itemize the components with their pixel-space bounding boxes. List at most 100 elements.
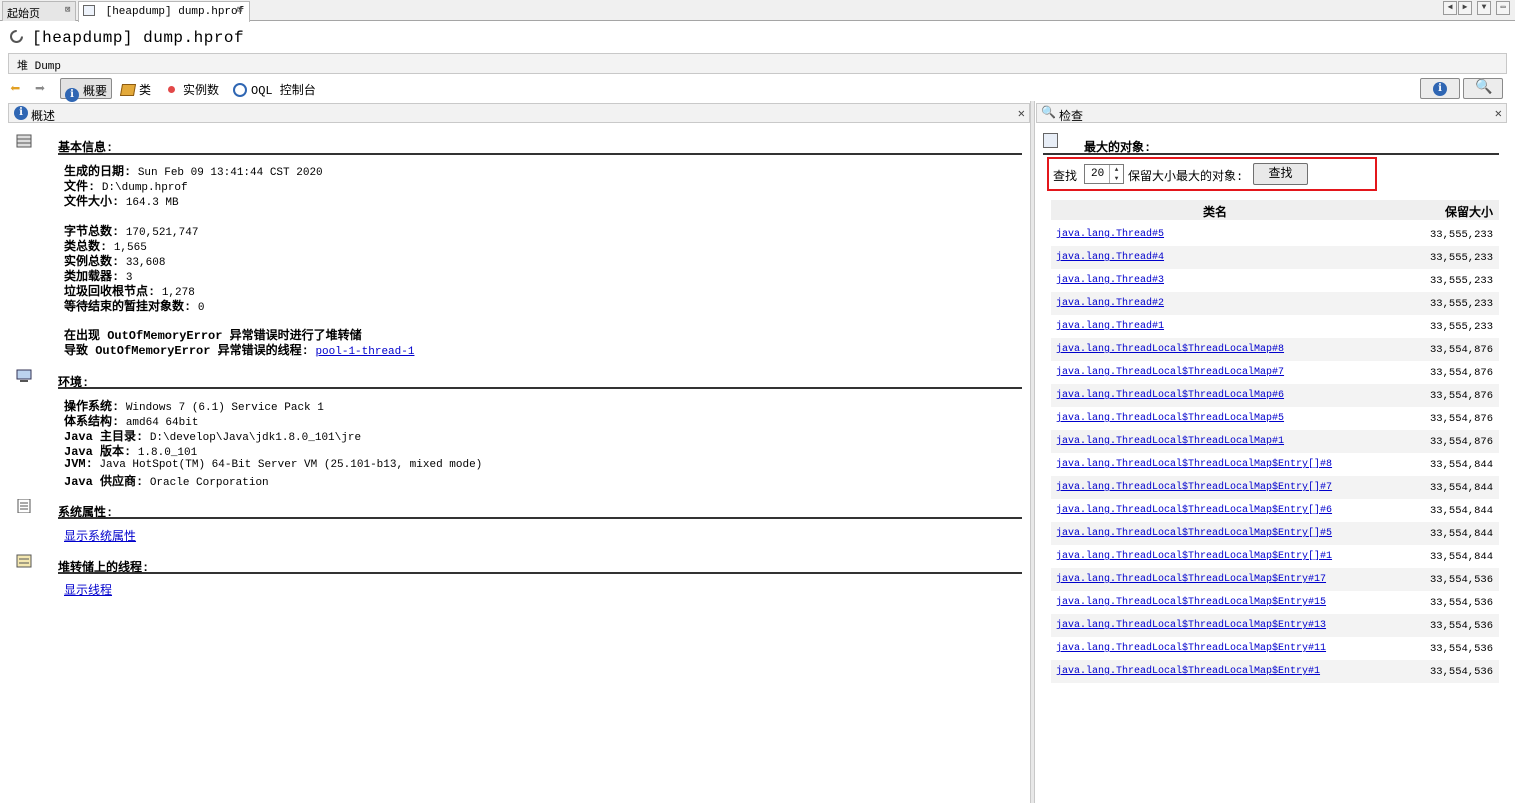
threads-icon bbox=[16, 554, 32, 568]
object-link[interactable]: java.lang.Thread#4 bbox=[1056, 252, 1164, 263]
column-header-retained-size[interactable]: 保留大小 bbox=[1445, 203, 1493, 220]
object-link[interactable]: java.lang.ThreadLocal$ThreadLocalMap#5 bbox=[1056, 413, 1284, 424]
object-link[interactable]: java.lang.ThreadLocal$ThreadLocalMap$Ent… bbox=[1056, 482, 1332, 493]
table-row[interactable]: java.lang.ThreadLocal$ThreadLocalMap$Ent… bbox=[1051, 660, 1499, 683]
show-system-properties-link[interactable]: 显示系统属性 bbox=[64, 527, 136, 544]
find-label: 查找 bbox=[1053, 170, 1078, 184]
search-button[interactable]: 🔍 bbox=[1463, 78, 1503, 99]
dropdown-icon[interactable]: ▼ bbox=[1477, 1, 1491, 15]
table-row[interactable]: java.lang.ThreadLocal$ThreadLocalMap$Ent… bbox=[1051, 522, 1499, 545]
info-row-file-size: 文件大小: 164.3 MB bbox=[64, 195, 179, 209]
tab-heapdump[interactable]: [heapdump] dump.hprof ⊠ bbox=[78, 1, 250, 22]
object-link[interactable]: java.lang.ThreadLocal$ThreadLocalMap$Ent… bbox=[1056, 551, 1332, 562]
object-link[interactable]: java.lang.ThreadLocal$ThreadLocalMap#1 bbox=[1056, 436, 1284, 447]
table-row[interactable]: java.lang.ThreadLocal$ThreadLocalMap$Ent… bbox=[1051, 591, 1499, 614]
close-icon[interactable]: ⊠ bbox=[65, 5, 70, 15]
table-row[interactable]: java.lang.ThreadLocal$ThreadLocalMap#1 33… bbox=[1051, 430, 1499, 453]
tab-oql-console[interactable]: OQL 控制台 bbox=[233, 78, 316, 99]
scroll-right-icon[interactable]: ▶ bbox=[1458, 1, 1472, 15]
close-icon[interactable]: ✕ bbox=[1495, 106, 1502, 121]
document-icon bbox=[83, 5, 95, 16]
column-header-class-name[interactable]: 类名 bbox=[1203, 203, 1227, 220]
tab-classes[interactable]: 类 bbox=[119, 78, 151, 99]
retained-size-value: 33,554,536 bbox=[1429, 597, 1493, 609]
oom-thread-link[interactable]: pool-1-thread-1 bbox=[315, 346, 414, 358]
search-icon: 🔍 bbox=[1475, 80, 1493, 96]
object-link[interactable]: java.lang.ThreadLocal$ThreadLocalMap$Ent… bbox=[1056, 666, 1320, 677]
instances-label: 实例数 bbox=[183, 84, 220, 98]
object-link[interactable]: java.lang.ThreadLocal$ThreadLocalMap#7 bbox=[1056, 367, 1284, 378]
table-row[interactable]: java.lang.Thread#3 33,555,233 bbox=[1051, 269, 1499, 292]
info-icon: i bbox=[14, 106, 28, 120]
table-row[interactable]: java.lang.ThreadLocal$ThreadLocalMap#5 33… bbox=[1051, 407, 1499, 430]
retained-size-value: 33,554,844 bbox=[1429, 505, 1493, 517]
section-divider bbox=[58, 572, 1022, 574]
table-row[interactable]: java.lang.ThreadLocal$ThreadLocalMap$Ent… bbox=[1051, 637, 1499, 660]
object-link[interactable]: java.lang.ThreadLocal$ThreadLocalMap#6 bbox=[1056, 390, 1284, 401]
scroll-left-icon[interactable]: ◀ bbox=[1443, 1, 1457, 15]
show-threads-link[interactable]: 显示线程 bbox=[64, 581, 112, 598]
table-row[interactable]: java.lang.Thread#2 33,555,233 bbox=[1051, 292, 1499, 315]
tab-start-page[interactable]: 起始页 ⊠ bbox=[2, 1, 76, 21]
retained-size-value: 33,554,536 bbox=[1429, 574, 1493, 586]
table-row[interactable]: java.lang.ThreadLocal$ThreadLocalMap#7 33… bbox=[1051, 361, 1499, 384]
table-row[interactable]: java.lang.Thread#1 33,555,233 bbox=[1051, 315, 1499, 338]
computer-icon bbox=[16, 369, 32, 383]
info-icon: i bbox=[65, 88, 79, 102]
table-row[interactable]: java.lang.Thread#5 33,555,233 bbox=[1051, 223, 1499, 246]
overview-pane-header: i 概述 ✕ bbox=[8, 103, 1030, 124]
table-row[interactable]: java.lang.ThreadLocal$ThreadLocalMap#8 33… bbox=[1051, 338, 1499, 361]
object-link[interactable]: java.lang.Thread#1 bbox=[1056, 321, 1164, 332]
window-title-bar: [heapdump] dump.hprof bbox=[0, 22, 1515, 50]
tab-summary[interactable]: i 概要 bbox=[60, 78, 113, 102]
object-link[interactable]: java.lang.ThreadLocal$ThreadLocalMap$Ent… bbox=[1056, 505, 1332, 516]
close-icon[interactable]: ⊠ bbox=[237, 5, 242, 15]
object-count-spinner[interactable]: 20 ▲ ▼ bbox=[1084, 164, 1124, 184]
overview-title: 概述 bbox=[31, 110, 56, 124]
table-row[interactable]: java.lang.ThreadLocal$ThreadLocalMap$Ent… bbox=[1051, 453, 1499, 476]
forward-arrow-icon[interactable]: ➡ bbox=[35, 79, 45, 100]
close-icon[interactable]: ✕ bbox=[1018, 106, 1025, 121]
editor-tab-bar: 起始页 ⊠ [heapdump] dump.hprof ⊠ ◀ ▶ ▼ ▭ bbox=[0, 0, 1515, 22]
table-row[interactable]: java.lang.ThreadLocal$ThreadLocalMap$Ent… bbox=[1051, 614, 1499, 637]
tab-instances[interactable]: 实例数 bbox=[168, 78, 219, 99]
table-row[interactable]: java.lang.ThreadLocal$ThreadLocalMap$Ent… bbox=[1051, 476, 1499, 499]
object-link[interactable]: java.lang.Thread#5 bbox=[1056, 229, 1164, 240]
table-row[interactable]: java.lang.ThreadLocal$ThreadLocalMap#6 33… bbox=[1051, 384, 1499, 407]
retained-size-value: 33,555,233 bbox=[1429, 252, 1493, 264]
back-arrow-icon[interactable]: ⬅ bbox=[10, 79, 20, 100]
table-row[interactable]: java.lang.ThreadLocal$ThreadLocalMap$Ent… bbox=[1051, 568, 1499, 591]
retained-size-value: 33,554,536 bbox=[1429, 666, 1493, 678]
find-button[interactable]: 查找 bbox=[1253, 163, 1308, 185]
table-row[interactable]: java.lang.Thread#4 33,555,233 bbox=[1051, 246, 1499, 269]
loading-spinner-icon bbox=[10, 30, 23, 43]
spinner-arrows-icon[interactable]: ▲ ▼ bbox=[1109, 165, 1123, 183]
object-link[interactable]: java.lang.ThreadLocal$ThreadLocalMap$Ent… bbox=[1056, 574, 1326, 585]
inspect-title: 检查 bbox=[1059, 110, 1084, 124]
object-link[interactable]: java.lang.ThreadLocal$ThreadLocalMap$Ent… bbox=[1056, 597, 1326, 608]
retained-size-value: 33,554,844 bbox=[1429, 482, 1493, 494]
section-divider bbox=[58, 517, 1022, 519]
object-link[interactable]: java.lang.Thread#2 bbox=[1056, 298, 1164, 309]
heap-dump-label: 堆 Dump bbox=[17, 61, 62, 73]
object-link[interactable]: java.lang.Thread#3 bbox=[1056, 275, 1164, 286]
object-link[interactable]: java.lang.ThreadLocal$ThreadLocalMap$Ent… bbox=[1056, 528, 1332, 539]
section-divider bbox=[58, 387, 1022, 389]
inspect-pane-header: 🔍 检查 ✕ bbox=[1036, 103, 1507, 124]
pane-splitter[interactable] bbox=[1030, 101, 1035, 803]
object-link[interactable]: java.lang.ThreadLocal$ThreadLocalMap$Ent… bbox=[1056, 620, 1326, 631]
table-row[interactable]: java.lang.ThreadLocal$ThreadLocalMap$Ent… bbox=[1051, 499, 1499, 522]
find-largest-panel: 查找 20 ▲ ▼ 保留大小最大的对象: 查找 bbox=[1047, 157, 1377, 191]
maximize-icon[interactable]: ▭ bbox=[1496, 1, 1510, 15]
object-link[interactable]: java.lang.ThreadLocal$ThreadLocalMap$Ent… bbox=[1056, 459, 1332, 470]
table-row[interactable]: java.lang.ThreadLocal$ThreadLocalMap$Ent… bbox=[1051, 545, 1499, 568]
inspect-info-button[interactable]: i bbox=[1420, 78, 1460, 99]
database-icon bbox=[16, 134, 32, 148]
retained-size-value: 33,554,844 bbox=[1429, 528, 1493, 540]
retained-size-value: 33,554,536 bbox=[1429, 643, 1493, 655]
section-divider bbox=[1043, 153, 1499, 155]
classes-icon bbox=[119, 84, 137, 96]
retained-size-value: 33,555,233 bbox=[1429, 298, 1493, 310]
object-link[interactable]: java.lang.ThreadLocal$ThreadLocalMap$Ent… bbox=[1056, 643, 1326, 654]
object-link[interactable]: java.lang.ThreadLocal$ThreadLocalMap#8 bbox=[1056, 344, 1284, 355]
